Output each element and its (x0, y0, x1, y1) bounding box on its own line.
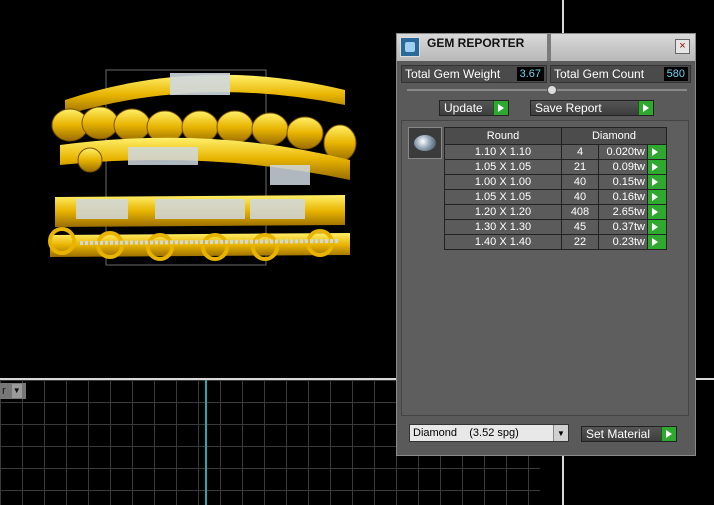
total-gem-count: Total Gem Count 580 (550, 65, 691, 83)
gem-reporter-app-icon (400, 37, 420, 57)
gem-thumbnail[interactable] (408, 127, 442, 159)
save-report-button[interactable]: Save Report (530, 100, 654, 116)
gem-size: 1.05 X 1.05 (444, 159, 562, 175)
chevron-down-icon[interactable]: ▼ (11, 384, 22, 398)
gem-weight: 0.16tw (598, 189, 648, 205)
material-select[interactable]: Diamond (3.52 spg) ▼ (409, 424, 569, 442)
set-material-button[interactable]: Set Material (581, 426, 677, 442)
gem-size: 1.00 X 1.00 (444, 174, 562, 190)
diamond-icon (414, 135, 436, 151)
gem-count: 22 (561, 234, 599, 250)
select-arrow-icon[interactable] (647, 219, 667, 235)
gem-count: 408 (561, 204, 599, 220)
jewelry-render (48, 69, 357, 266)
total-gem-count-value: 580 (663, 67, 688, 81)
select-arrow-icon[interactable] (647, 204, 667, 220)
select-arrow-icon[interactable] (647, 234, 667, 250)
gem-size: 1.40 X 1.40 (444, 234, 562, 250)
slider-knob[interactable] (547, 85, 557, 95)
total-gem-weight: Total Gem Weight 3.67 (401, 65, 547, 83)
header-round: Round (444, 127, 562, 145)
gem-slider[interactable] (407, 85, 687, 95)
table-row[interactable]: 1.40 X 1.40 22 0.23tw (444, 234, 667, 250)
select-arrow-icon[interactable] (647, 144, 667, 160)
update-button[interactable]: Update (439, 100, 509, 116)
table-row[interactable]: 1.05 X 1.05 21 0.09tw (444, 159, 667, 175)
close-button[interactable]: × (675, 39, 690, 54)
gem-list-area: Round Diamond 1.10 X 1.10 4 0.020tw 1.05 X … (401, 120, 689, 416)
gem-size: 1.10 X 1.10 (444, 144, 562, 160)
table-row[interactable]: 1.05 X 1.05 40 0.16tw (444, 189, 667, 205)
header-diamond: Diamond (561, 127, 667, 145)
gem-size: 1.05 X 1.05 (444, 189, 562, 205)
viewport-label[interactable]: r ▼ (0, 383, 26, 399)
table-row[interactable]: 1.10 X 1.10 4 0.020tw (444, 144, 667, 160)
play-arrow-icon (661, 427, 676, 441)
gem-count: 40 (561, 189, 599, 205)
play-arrow-icon (638, 101, 653, 115)
gem-count: 21 (561, 159, 599, 175)
gem-weight: 0.09tw (598, 159, 648, 175)
gem-table: Round Diamond 1.10 X 1.10 4 0.020tw 1.05 X … (444, 127, 667, 250)
panel-title: GEM REPORTER (427, 36, 525, 50)
gem-weight: 0.020tw (598, 144, 648, 160)
select-arrow-icon[interactable] (647, 189, 667, 205)
gem-weight: 2.65tw (598, 204, 648, 220)
table-row[interactable]: 1.00 X 1.00 40 0.15tw (444, 174, 667, 190)
chevron-down-icon[interactable]: ▼ (553, 425, 568, 441)
gem-count: 4 (561, 144, 599, 160)
gem-size: 1.20 X 1.20 (444, 204, 562, 220)
table-row[interactable]: 1.30 X 1.30 45 0.37tw (444, 219, 667, 235)
gem-weight: 0.23tw (598, 234, 648, 250)
select-arrow-icon[interactable] (647, 174, 667, 190)
title-bar[interactable]: GEM REPORTER × (397, 34, 695, 61)
select-arrow-icon[interactable] (647, 159, 667, 175)
gem-count: 45 (561, 219, 599, 235)
gem-size: 1.30 X 1.30 (444, 219, 562, 235)
play-arrow-icon (493, 101, 508, 115)
total-gem-weight-value: 3.67 (516, 67, 544, 81)
table-row[interactable]: 1.20 X 1.20 408 2.65tw (444, 204, 667, 220)
gem-count: 40 (561, 174, 599, 190)
gem-weight: 0.15tw (598, 174, 648, 190)
gem-reporter-panel: GEM REPORTER × Total Gem Weight 3.67 Tot… (396, 33, 696, 456)
gem-weight: 0.37tw (598, 219, 648, 235)
